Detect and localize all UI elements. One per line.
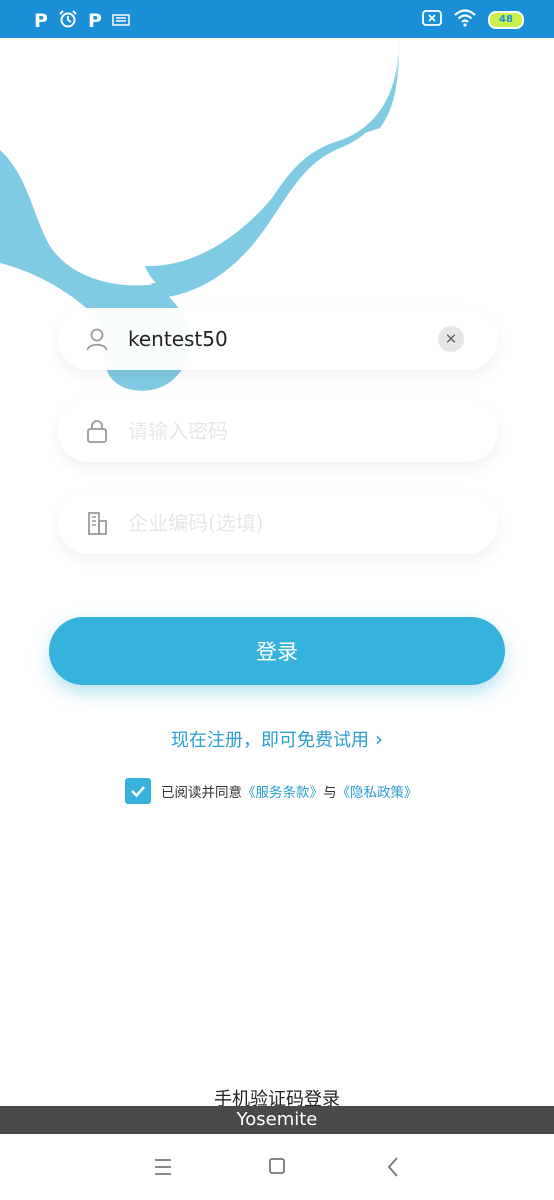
back-icon[interactable] [378,1154,408,1180]
password-field[interactable] [58,400,498,462]
check-icon [131,786,145,798]
terms-of-service-link[interactable]: 《服务条款》 [242,781,323,801]
agreement-row: 已阅读并同意 《服务条款》 与 《隐私政策》 [125,778,418,804]
login-button[interactable]: 登录 [49,617,505,685]
password-input[interactable] [128,410,428,452]
company-code-field[interactable] [58,492,498,554]
clear-icon[interactable]: ✕ [438,326,464,352]
status-bar-right: 48 [422,9,524,31]
status-bar: P P 48 [0,0,554,38]
chevron-right-icon: › [375,727,383,751]
toast-message: Yosemite [0,1106,554,1134]
company-code-input[interactable] [128,502,428,544]
home-icon[interactable] [262,1154,292,1180]
building-icon [84,510,110,536]
agreement-conjunction: 与 [323,785,337,801]
keyboard-icon [112,12,130,31]
system-navigation-bar [0,1134,554,1200]
p-app-icon: P [34,10,48,32]
status-bar-left: P P [34,9,130,33]
register-link-label: 现在注册，即可免费试用 [171,730,369,751]
menu-icon[interactable] [148,1154,178,1180]
agreement-checkbox[interactable] [125,778,151,804]
user-icon [84,326,110,352]
battery-indicator: 48 [488,11,524,29]
lock-icon [84,418,110,444]
sim-off-icon [422,10,442,30]
alarm-icon [58,9,78,33]
register-link[interactable]: 现在注册，即可免费试用 › [0,726,554,752]
username-field[interactable]: ✕ [58,308,498,370]
privacy-policy-link[interactable]: 《隐私政策》 [337,781,418,801]
username-input[interactable] [128,318,428,360]
wifi-icon [454,9,476,31]
p-app-icon: P [87,10,102,32]
agreement-prefix: 已阅读并同意 [161,785,242,801]
